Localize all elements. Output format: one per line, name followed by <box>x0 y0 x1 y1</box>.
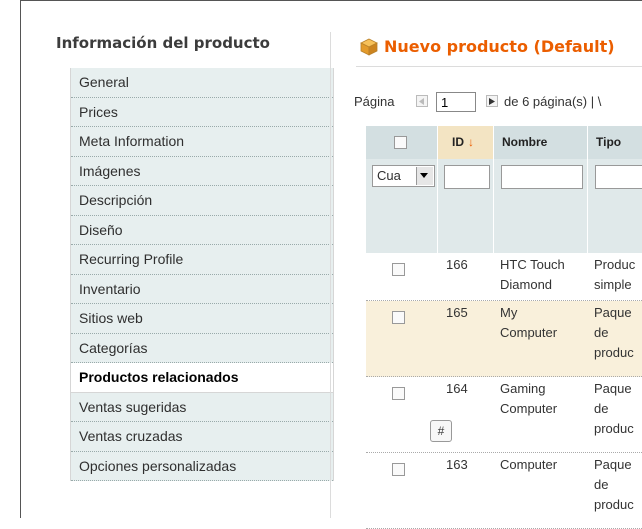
column-header-id[interactable]: ID ↓ <box>438 126 494 159</box>
sidebar-item-diseño[interactable]: Diseño <box>71 215 333 245</box>
row-checkbox[interactable] <box>392 311 405 324</box>
row-checkbox[interactable] <box>392 463 405 476</box>
grid-header: ID ↓ Nombre Tipo <box>366 126 642 159</box>
sidebar-item-descripción[interactable]: Descripción <box>71 186 333 216</box>
prev-page-button[interactable] <box>416 95 428 107</box>
sidebar-item-ventas-cruzadas[interactable]: Ventas cruzadas <box>71 422 333 452</box>
filter-select-value: Cua <box>377 168 401 183</box>
id-header-label: ID <box>452 135 464 149</box>
sidebar-item-recurring-profile[interactable]: Recurring Profile <box>71 245 333 275</box>
row-name: Computer <box>500 457 558 472</box>
table-row[interactable]: 164 Gaming Computer Paque de produc # <box>366 377 642 453</box>
divider <box>330 32 331 518</box>
sidebar-item-general[interactable]: General <box>71 68 333 98</box>
sidebar-item-meta-information[interactable]: Meta Information <box>71 127 333 157</box>
row-checkbox[interactable] <box>392 387 405 400</box>
sidebar-item-imágenes[interactable]: Imágenes <box>71 156 333 186</box>
select-all-checkbox[interactable] <box>394 136 407 149</box>
product-info-sidebar: Información del producto <box>36 30 332 64</box>
arrow-left-icon <box>419 98 424 105</box>
sidebar-item-sitios-web[interactable]: Sitios web <box>71 304 333 334</box>
title-divider <box>356 66 642 67</box>
row-checkbox[interactable] <box>392 263 405 276</box>
dropdown-arrow <box>416 167 433 185</box>
select-all-header <box>366 126 438 159</box>
sidebar-item-categorías[interactable]: Categorías <box>71 333 333 363</box>
sidebar-item-prices[interactable]: Prices <box>71 97 333 127</box>
next-page-button[interactable] <box>486 95 498 107</box>
table-row[interactable]: 165 My Computer Paque de produc <box>366 301 642 377</box>
row-id: 164 <box>446 381 468 396</box>
sidebar-item-ventas-sugeridas[interactable]: Ventas sugeridas <box>71 392 333 422</box>
row-type: Paque de produc <box>594 457 634 512</box>
chevron-down-icon <box>420 173 428 178</box>
row-name: My Computer <box>500 305 558 340</box>
sidebar-tabs: General Prices Meta Information Imágenes Des… <box>70 68 334 481</box>
page-title: Nuevo producto (Default) <box>384 37 615 56</box>
row-name: HTC Touch Diamond <box>500 257 565 292</box>
row-id: 166 <box>446 257 468 272</box>
type-filter-input[interactable] <box>595 165 642 189</box>
in-products-filter-select[interactable]: Cua <box>372 165 435 187</box>
row-type: Paque de produc <box>594 381 634 436</box>
pages-count: de 6 página(s) | \ <box>504 94 602 109</box>
id-filter-input[interactable] <box>444 165 490 189</box>
row-name: Gaming Computer <box>500 381 558 416</box>
column-header-name[interactable]: Nombre <box>494 126 588 159</box>
row-type: Paque de produc <box>594 305 634 360</box>
arrow-right-icon <box>489 98 495 105</box>
page-label: Página <box>354 94 395 109</box>
page-number-input[interactable] <box>436 92 476 112</box>
sort-desc-icon: ↓ <box>468 135 474 149</box>
sidebar-item-inventario[interactable]: Inventario <box>71 274 333 304</box>
row-id: 163 <box>446 457 468 472</box>
row-id: 165 <box>446 305 468 320</box>
name-filter-input[interactable] <box>501 165 583 189</box>
sidebar-item-productos-relacionados[interactable]: Productos relacionados <box>71 363 333 393</box>
filter-row: Cua <box>366 159 642 253</box>
row-type: Produc simple <box>594 257 636 292</box>
table-row[interactable]: 166 HTC Touch Diamond Produc simple <box>366 253 642 301</box>
position-badge[interactable]: # <box>430 420 452 442</box>
product-cube-icon <box>360 38 378 56</box>
column-header-type[interactable]: Tipo <box>588 126 642 159</box>
grid-rows: 166 HTC Touch Diamond Produc simple 165 My C… <box>366 253 642 529</box>
sidebar-title: Información del producto <box>56 34 270 52</box>
sidebar-item-opciones-personalizadas[interactable]: Opciones personalizadas <box>71 451 333 481</box>
